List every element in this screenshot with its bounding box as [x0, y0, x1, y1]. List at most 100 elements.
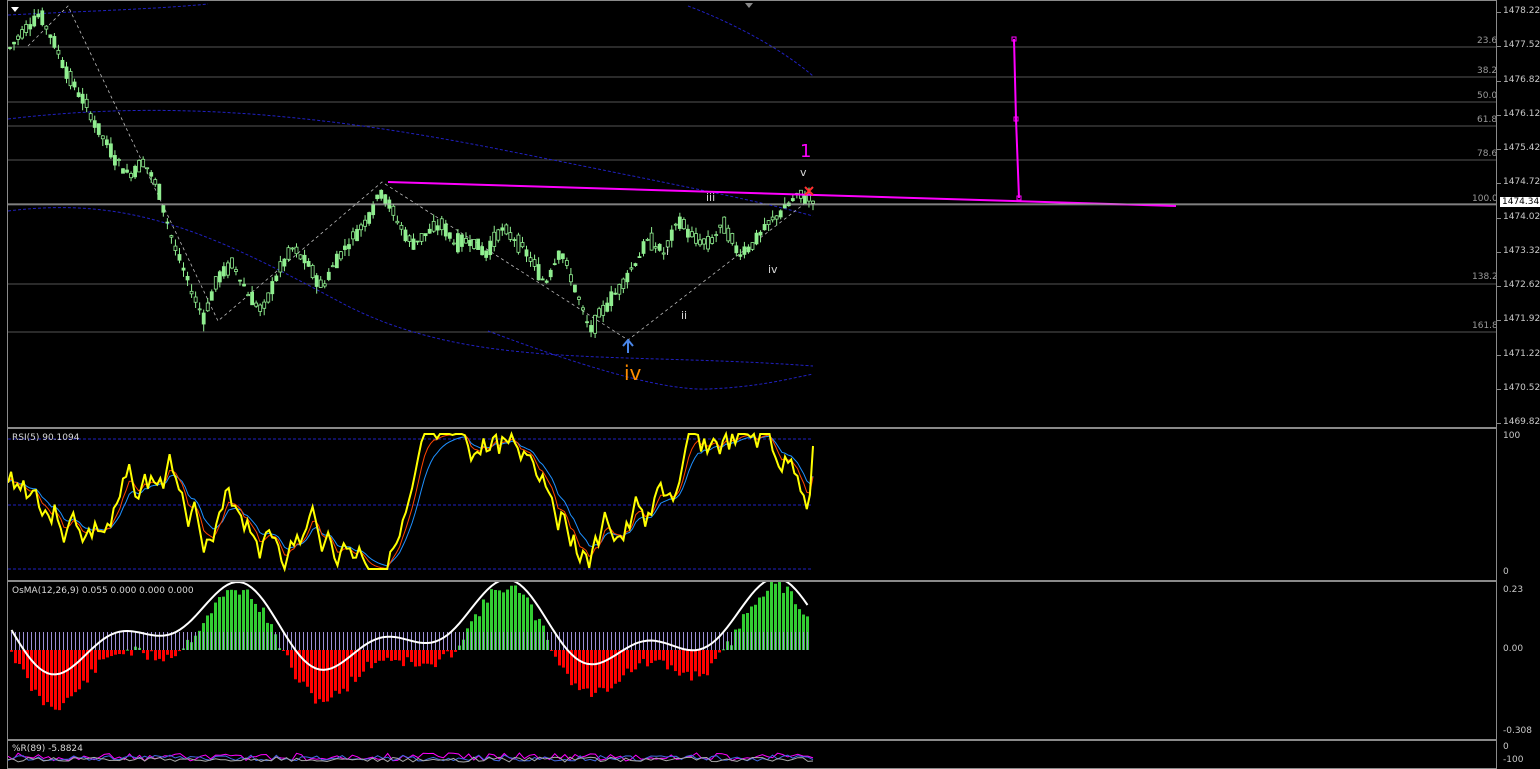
- osma-histogram-bar: [346, 650, 349, 692]
- price-axis[interactable]: 1478.22 1477.52 1476.82 1476.12 1475.42 …: [1497, 0, 1540, 428]
- rsi-title: RSI(5) 90.1094: [12, 433, 80, 443]
- candle-body: [589, 325, 593, 333]
- candle-body: [137, 160, 142, 173]
- osma-pane[interactable]: OsMA(12,26,9) 0.055 0.000 0.000 0.000: [7, 581, 1497, 740]
- candle-body: [621, 278, 626, 289]
- candle-body: [516, 234, 521, 253]
- osma-histogram-bar: [362, 650, 365, 672]
- osma-tick-top: 0.23: [1503, 585, 1524, 595]
- osma-histogram-bar: [578, 650, 581, 691]
- buy-arrow-icon: [622, 338, 634, 353]
- osma-histogram-bar: [162, 650, 165, 662]
- candle-body: [391, 205, 396, 216]
- candle-body: [375, 194, 380, 200]
- candle-body: [536, 264, 541, 281]
- fib-label-61.8: 61.8: [1477, 115, 1497, 125]
- candle-body: [593, 314, 598, 334]
- candle-body: [568, 274, 573, 283]
- candle-body: [544, 280, 549, 283]
- candle-body: [706, 235, 710, 250]
- wave-label-minor-iii: iii: [706, 191, 716, 204]
- osma-histogram-bar: [446, 650, 449, 652]
- osma-chart-svg: [10, 582, 809, 711]
- candle-body: [117, 159, 121, 161]
- collapse-arrow-icon[interactable]: [11, 7, 19, 12]
- wpr-pane[interactable]: %R(89) -5.8824: [7, 740, 1497, 769]
- candle-body: [456, 233, 460, 253]
- candle-body: [722, 216, 727, 234]
- candle-body: [306, 261, 311, 267]
- candle-body: [88, 113, 93, 121]
- candle-body: [258, 304, 263, 312]
- candle-body: [250, 291, 255, 306]
- candle-body: [169, 235, 174, 238]
- candle-body: [60, 59, 65, 69]
- osma-histogram-bar: [70, 650, 73, 697]
- candle-body: [585, 321, 589, 324]
- candle-body: [290, 247, 295, 250]
- osma-histogram-bar: [42, 650, 45, 706]
- wpr-axis[interactable]: 0 -100: [1497, 740, 1540, 769]
- candle-body: [32, 15, 37, 27]
- candle-body: [197, 308, 202, 311]
- osma-histogram-bar: [178, 650, 181, 652]
- osma-tick-bottom: -0.308: [1503, 726, 1533, 736]
- candle-body: [403, 229, 408, 242]
- osma-histogram-bar: [130, 650, 133, 656]
- osma-histogram-bar: [682, 650, 685, 673]
- osma-axis[interactable]: 0.23 0.00 -0.308: [1497, 581, 1540, 740]
- rsi-axis[interactable]: 100 0: [1497, 428, 1540, 581]
- osma-histogram-bar: [322, 650, 325, 702]
- osma-histogram-bar: [434, 650, 437, 668]
- candle-body: [415, 240, 420, 243]
- candle-body: [286, 247, 291, 260]
- osma-histogram-bar: [154, 650, 157, 661]
- rsi-signal-line-red: [8, 433, 814, 569]
- fib-label-50.0: 50.0: [1477, 91, 1497, 101]
- osma-histogram-bar: [94, 650, 97, 673]
- osma-histogram-bar: [718, 650, 721, 653]
- candle-body: [165, 221, 170, 224]
- candle-body: [104, 139, 109, 146]
- osma-histogram-bar: [18, 650, 21, 665]
- candle-body: [149, 172, 154, 177]
- rsi-pane[interactable]: RSI(5) 90.1094: [7, 428, 1497, 581]
- candle-body: [161, 205, 166, 213]
- osma-histogram-bar: [314, 650, 317, 704]
- osma-histogram-bar: [650, 650, 653, 664]
- osma-histogram-bar: [698, 650, 701, 677]
- candle-body: [609, 291, 614, 307]
- candle-body: [310, 265, 315, 279]
- price-pane[interactable]: 23.6 38.2 50.0 61.8 78.6 100.0 138.2 161…: [7, 0, 1497, 428]
- scroll-marker-icon[interactable]: [745, 3, 753, 8]
- osma-histogram-bar: [74, 650, 77, 693]
- osma-histogram-bar: [582, 650, 585, 689]
- candle-body: [661, 252, 666, 255]
- osma-histogram-bar: [670, 650, 673, 666]
- osma-histogram-bar: [50, 650, 53, 707]
- osma-histogram-bar: [394, 650, 397, 660]
- price-tick: 1476.12: [1503, 109, 1540, 119]
- candle-body: [274, 275, 279, 282]
- candle-body: [68, 71, 73, 87]
- candle-body: [133, 165, 137, 178]
- candle-body: [221, 266, 226, 277]
- candle-body: [686, 228, 690, 238]
- candle-body: [811, 200, 815, 204]
- candle-body: [520, 242, 525, 248]
- candle-body: [464, 238, 468, 244]
- osma-histogram-bar: [90, 650, 93, 670]
- candle-body: [20, 29, 25, 39]
- candle-body: [266, 292, 271, 303]
- candle-body: [508, 232, 513, 240]
- osma-histogram-bar: [302, 650, 305, 682]
- candle-body: [157, 183, 162, 200]
- candle-body: [270, 281, 275, 295]
- rsi-tick-0: 0: [1503, 567, 1509, 577]
- candle-body: [480, 246, 485, 256]
- wave-label-minor-ii: ii: [681, 309, 688, 322]
- candle-body: [173, 245, 178, 251]
- candle-body: [754, 232, 759, 245]
- candle-body: [673, 223, 678, 226]
- candle-body: [532, 259, 537, 267]
